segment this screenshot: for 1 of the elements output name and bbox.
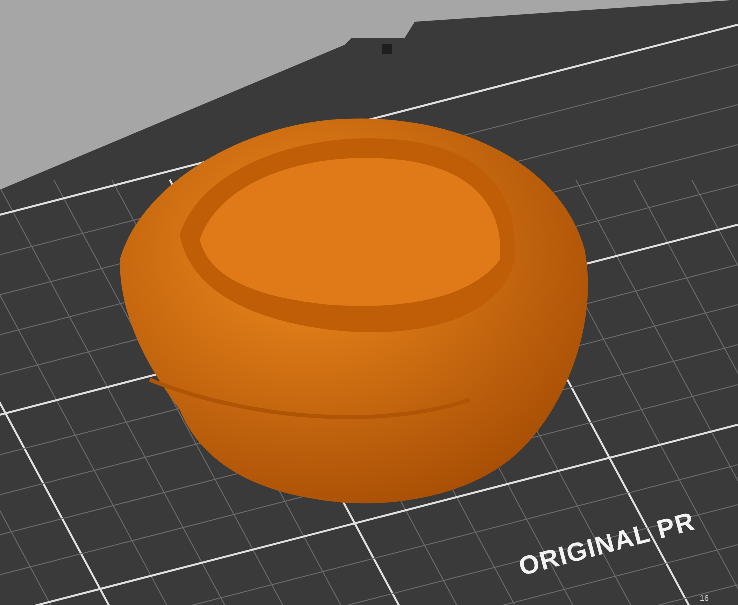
- scale-mark: 16: [700, 594, 709, 603]
